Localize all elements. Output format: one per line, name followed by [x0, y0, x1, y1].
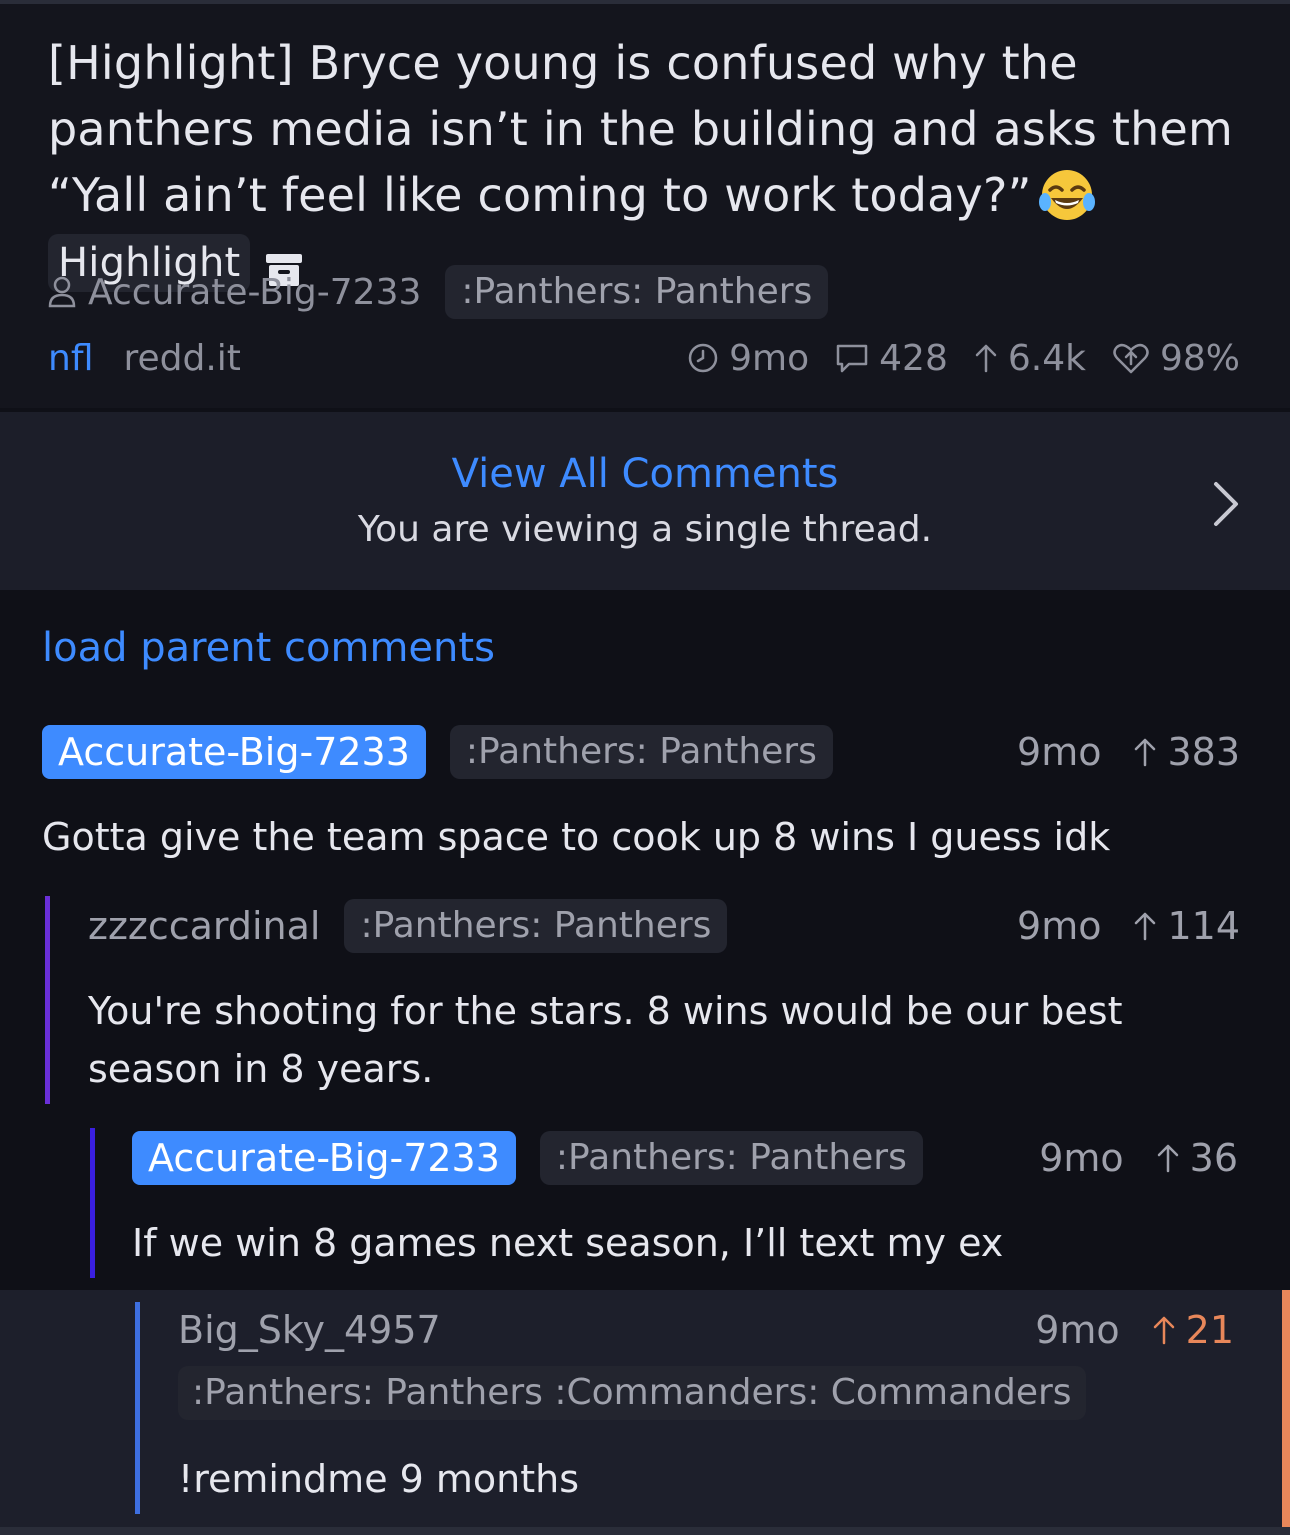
comment-body-line: You're shooting for the stars. 8 wins wo…	[88, 989, 1123, 1033]
post-author[interactable]: Accurate-Big-7233	[88, 272, 421, 313]
comment-flair-row: :Panthers: Panthers :Commanders: Command…	[178, 1366, 1086, 1420]
emoji-joy-icon	[1038, 166, 1096, 224]
comment-3[interactable]: Accurate-Big-7233 :Panthers: Panthers 9m…	[132, 1130, 1238, 1280]
comment-header: zzzccardinal :Panthers: Panthers	[88, 898, 728, 954]
upvote-arrow-icon	[1135, 738, 1156, 767]
clock-icon	[688, 343, 718, 373]
comment-age: 9mo	[1017, 730, 1102, 774]
depth-indicator-1	[45, 896, 50, 1104]
upvote-arrow-icon	[1157, 1144, 1178, 1173]
post-author-row: Accurate-Big-7233 :Panthers: Panthers	[48, 264, 829, 320]
post-title[interactable]: [Highlight] Bryce young is confused why …	[48, 30, 1248, 294]
post-stats: 9mo 428 6.4k 98%	[661, 338, 1240, 379]
comment-author[interactable]: Big_Sky_4957	[178, 1308, 441, 1352]
comment-author-flair: :Panthers: Panthers :Commanders: Command…	[178, 1366, 1086, 1420]
comment-score-value: 36	[1189, 1136, 1238, 1180]
load-parent-comments-link[interactable]: load parent comments	[42, 622, 495, 674]
comment-author-flair: :Panthers: Panthers	[449, 725, 833, 779]
comment-header: Big_Sky_4957	[178, 1302, 441, 1358]
person-icon	[48, 276, 76, 308]
comment-meta: 9mo 36	[1039, 1130, 1238, 1186]
comment-2[interactable]: zzzccardinal :Panthers: Panthers 9mo 114…	[88, 898, 1240, 1098]
post-header[interactable]: [Highlight] Bryce young is confused why …	[0, 4, 1290, 408]
post-domain[interactable]: redd.it	[124, 338, 241, 379]
upvote-arrow-icon	[975, 344, 997, 373]
comment-score-value: 21	[1185, 1308, 1234, 1352]
single-thread-notice: You are viewing a single thread.	[357, 509, 933, 550]
comment-4[interactable]: Big_Sky_4957 9mo 21 :Panthers: Panthers …	[178, 1302, 1238, 1512]
comment-author-flair: :Panthers: Panthers	[344, 899, 728, 953]
comment-author[interactable]: zzzccardinal	[88, 904, 320, 948]
comment-body-line: season in 8 years.	[88, 1047, 434, 1091]
comment-age: 9mo	[1039, 1136, 1124, 1180]
post-age: 9mo	[729, 337, 810, 379]
bottom-divider	[0, 1527, 1290, 1535]
upvote-arrow-icon	[1135, 912, 1156, 941]
post-score-stat: 6.4k	[974, 338, 1086, 379]
comment-score[interactable]: 36	[1156, 1136, 1238, 1180]
post-age-stat: 9mo	[687, 338, 809, 379]
single-thread-banner[interactable]: View All Comments You are viewing a sing…	[0, 412, 1290, 590]
comment-count-stat: 428	[835, 338, 948, 379]
subreddit-link[interactable]: nfl	[48, 338, 94, 379]
comment-meta: 9mo 114	[1017, 898, 1240, 954]
comment-score[interactable]: 383	[1133, 730, 1240, 774]
chevron-right-icon[interactable]	[1208, 478, 1244, 530]
upvote-arrow-icon	[1153, 1316, 1174, 1345]
upvoted-edge-indicator	[1282, 1290, 1290, 1535]
comment-body: You're shooting for the stars. 8 wins wo…	[88, 982, 1240, 1098]
comment-score-value: 114	[1167, 904, 1240, 948]
comment-score[interactable]: 114	[1133, 904, 1240, 948]
comment-count: 428	[879, 337, 948, 379]
comment-author-op[interactable]: Accurate-Big-7233	[42, 725, 426, 779]
comment-score-value: 383	[1167, 730, 1240, 774]
heart-icon	[1113, 343, 1149, 374]
comment-body: If we win 8 games next season, I’ll text…	[132, 1221, 1004, 1265]
comment-author-op[interactable]: Accurate-Big-7233	[132, 1131, 516, 1185]
post-meta-row: nfl redd.it 9mo 428 6.4k 98%	[48, 330, 1240, 386]
comment-icon	[836, 344, 868, 373]
comment-1[interactable]: Accurate-Big-7233 :Panthers: Panthers 9m…	[42, 724, 1240, 874]
depth-indicator-3	[135, 1302, 140, 1514]
comment-body: !remindme 9 months	[178, 1457, 580, 1501]
comment-author-flair: :Panthers: Panthers	[539, 1131, 923, 1185]
comment-header: Accurate-Big-7233 :Panthers: Panthers	[132, 1130, 923, 1186]
post-author-flair: :Panthers: Panthers	[445, 265, 829, 319]
upvote-ratio: 98%	[1159, 337, 1240, 379]
comment-meta: 9mo 21	[1035, 1302, 1234, 1358]
view-all-comments-link[interactable]: View All Comments	[0, 448, 1290, 500]
comment-age: 9mo	[1035, 1308, 1120, 1352]
upvote-ratio-stat: 98%	[1112, 338, 1240, 379]
comment-meta: 9mo 383	[1017, 724, 1240, 780]
comment-body: Gotta give the team space to cook up 8 w…	[42, 815, 1111, 859]
comment-age: 9mo	[1017, 904, 1102, 948]
depth-indicator-2	[90, 1128, 95, 1278]
comment-score-upvoted[interactable]: 21	[1152, 1308, 1234, 1352]
post-score: 6.4k	[1007, 337, 1086, 379]
app-screen: [Highlight] Bryce young is confused why …	[0, 0, 1290, 1535]
comment-header: Accurate-Big-7233 :Panthers: Panthers	[42, 724, 833, 780]
